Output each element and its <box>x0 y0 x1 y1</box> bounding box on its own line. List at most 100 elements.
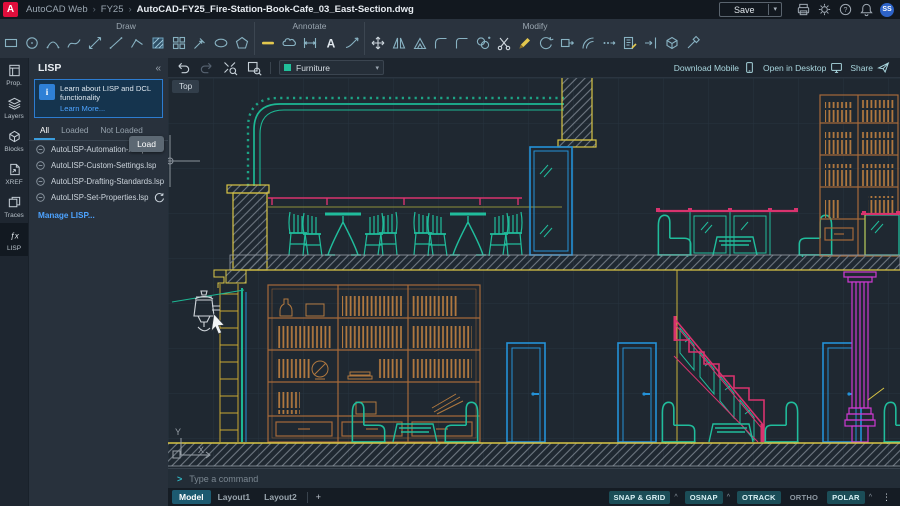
draw-circle-icon[interactable] <box>21 31 42 55</box>
mid-floor-slab-entity[interactable] <box>230 255 900 270</box>
annotate-text-icon[interactable]: A <box>320 31 341 55</box>
modify-rotate-icon[interactable] <box>535 31 556 55</box>
modify-array-icon[interactable] <box>598 31 619 55</box>
chevron-up-icon[interactable]: ^ <box>674 494 677 501</box>
modify-stretch-icon[interactable] <box>556 31 577 55</box>
rail-item-layers[interactable]: Layers <box>0 91 28 124</box>
draw-ellipse-icon[interactable] <box>210 31 231 55</box>
svg-text:ƒx: ƒx <box>10 231 19 240</box>
toggle-polar[interactable]: POLAR <box>827 491 865 504</box>
open-in-desktop-label: Open in Desktop <box>763 63 826 73</box>
toggle-ortho[interactable]: ORTHO <box>785 491 823 504</box>
modify-offset-icon[interactable] <box>577 31 598 55</box>
load-button[interactable]: Load <box>129 136 164 152</box>
modify-erase-icon[interactable] <box>682 31 703 55</box>
autocad-logo[interactable]: A <box>3 2 18 17</box>
modify-copy-icon[interactable] <box>472 31 493 55</box>
annotate-leader-icon[interactable] <box>341 31 362 55</box>
manage-lisp-link[interactable]: Manage LISP... <box>29 207 95 220</box>
learn-more-link[interactable]: Learn More... <box>60 104 158 113</box>
lisp-file-row[interactable]: AutoLISP-Custom-Settings.lsp <box>29 157 168 173</box>
breadcrumb-root[interactable]: AutoCAD Web <box>26 4 88 15</box>
annotate-revcloud-icon[interactable] <box>278 31 299 55</box>
help-icon[interactable]: ? <box>838 2 853 17</box>
properties-icon <box>7 63 22 78</box>
share-send-icon <box>877 61 890 74</box>
tab-layout2[interactable]: Layout2 <box>257 490 304 504</box>
tab-all[interactable]: All <box>34 124 55 140</box>
draw-rectangle-icon[interactable] <box>0 31 21 55</box>
breadcrumb-folder[interactable]: FY25 <box>101 4 124 15</box>
layer-dropdown[interactable]: Furniture ▾ <box>279 60 384 75</box>
zoom-window-icon[interactable] <box>246 60 262 76</box>
upper-right-wall-entity[interactable] <box>558 78 596 147</box>
download-mobile-button[interactable]: Download Mobile <box>674 61 756 74</box>
overflow-menu-icon[interactable]: ⋮ <box>879 492 894 503</box>
lisp-file-row[interactable]: AutoLISP-Drafting-Standards.lsp <box>29 173 168 189</box>
chevron-up-icon[interactable]: ^ <box>869 494 872 501</box>
ribbon-separator <box>254 22 255 55</box>
ribbon-group-draw: Draw <box>0 19 252 58</box>
save-button[interactable]: Save ▾ <box>719 2 782 17</box>
rail-item-properties[interactable]: Prop. <box>0 58 28 91</box>
glass-booth-entity[interactable] <box>861 211 900 255</box>
draw-polygon-icon[interactable] <box>231 31 252 55</box>
zoom-extents-icon[interactable] <box>222 60 238 76</box>
draw-line-icon[interactable] <box>105 31 126 55</box>
add-layout-button[interactable]: + <box>311 492 326 502</box>
refresh-icon[interactable] <box>154 192 165 203</box>
rail-item-xref[interactable]: XREF <box>0 157 28 190</box>
draw-spline-icon[interactable] <box>63 31 84 55</box>
chevron-up-icon[interactable]: ^ <box>727 494 730 501</box>
panel-collapse-icon[interactable]: « <box>155 63 161 74</box>
modify-chamfer-icon[interactable] <box>451 31 472 55</box>
toggle-otrack[interactable]: OTRACK <box>737 491 781 504</box>
redo-icon[interactable] <box>199 60 214 75</box>
toggle-snap-grid[interactable]: SNAP & GRID <box>609 491 671 504</box>
modify-fillet-icon[interactable] <box>430 31 451 55</box>
draw-measure-icon[interactable] <box>189 31 210 55</box>
annotate-dim-linear-icon[interactable] <box>299 31 320 55</box>
share-label: Share <box>850 63 873 73</box>
user-avatar[interactable]: SS <box>880 3 894 17</box>
lisp-file-row[interactable]: AutoLISP-Set-Properties.lsp <box>29 189 168 205</box>
share-button[interactable]: Share <box>850 61 890 74</box>
save-label: Save <box>720 5 769 15</box>
layer-dropdown-value: Furniture <box>296 63 370 73</box>
modify-match-properties-icon[interactable] <box>619 31 640 55</box>
rail-item-lisp[interactable]: ƒx LISP <box>0 223 28 256</box>
draw-xline-icon[interactable] <box>84 31 105 55</box>
draw-insert-block-icon[interactable] <box>168 31 189 55</box>
open-in-desktop-button[interactable]: Open in Desktop <box>763 61 843 74</box>
undo-icon[interactable] <box>176 60 191 75</box>
modify-scale-icon[interactable] <box>409 31 430 55</box>
rail-label: Prop. <box>6 80 22 87</box>
xref-icon <box>7 162 22 177</box>
annotate-dimension-icon[interactable] <box>257 31 278 55</box>
modify-move-icon[interactable] <box>367 31 388 55</box>
print-icon[interactable] <box>796 2 811 17</box>
tab-model[interactable]: Model <box>172 490 211 504</box>
modify-trim-icon[interactable] <box>493 31 514 55</box>
save-dropdown-caret[interactable]: ▾ <box>768 4 781 15</box>
rail-item-traces[interactable]: Traces <box>0 190 28 223</box>
settings-gear-icon[interactable] <box>817 2 832 17</box>
draw-polyline-icon[interactable] <box>126 31 147 55</box>
rail-item-blocks[interactable]: Blocks <box>0 124 28 157</box>
layers-icon <box>7 96 22 111</box>
tab-layout1[interactable]: Layout1 <box>211 490 258 504</box>
draw-hatch-icon[interactable] <box>147 31 168 55</box>
modify-mirror-icon[interactable] <box>388 31 409 55</box>
modify-change-space-icon[interactable] <box>640 31 661 55</box>
toggle-osnap[interactable]: OSNAP <box>685 491 723 504</box>
drawing-canvas[interactable]: Y X <box>168 78 900 468</box>
ribbon-group-label: Modify <box>522 21 547 31</box>
modify-explode-icon[interactable] <box>661 31 682 55</box>
command-input[interactable]: > Type a command <box>168 468 900 488</box>
draw-arc-icon[interactable] <box>42 31 63 55</box>
ground-slab-entity[interactable] <box>168 443 900 466</box>
view-cube-label[interactable]: Top <box>172 80 199 93</box>
tab-loaded[interactable]: Loaded <box>55 124 94 140</box>
notifications-bell-icon[interactable] <box>859 2 874 17</box>
modify-pencil-icon[interactable] <box>514 31 535 55</box>
